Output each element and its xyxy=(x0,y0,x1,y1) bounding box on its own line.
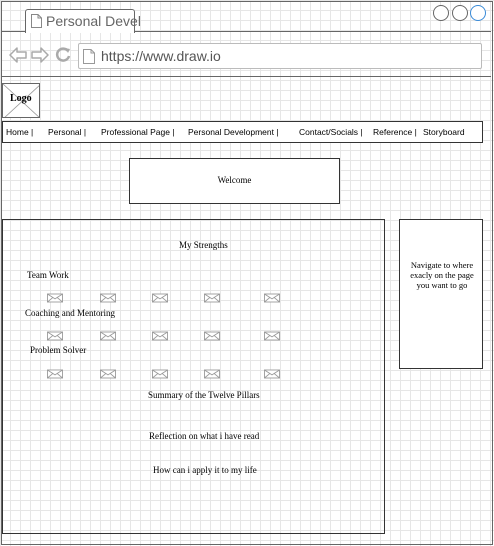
image-placeholder-icon xyxy=(100,293,116,303)
nav-item-personal-development[interactable]: Personal Development | xyxy=(188,127,279,137)
nav-item-storyboard[interactable]: Storyboard xyxy=(423,127,465,137)
strength-label-team-work: Team Work xyxy=(27,270,69,280)
image-placeholder-icon xyxy=(264,331,280,341)
browser-tab[interactable]: Personal Devel xyxy=(25,9,141,33)
apply-heading: How can i apply it to my life xyxy=(153,465,257,475)
side-navigation-panel: Navigate to where exacly on the page you… xyxy=(399,219,483,369)
image-placeholder-icon xyxy=(100,331,116,341)
image-placeholder-icon xyxy=(152,331,168,341)
reload-icon[interactable] xyxy=(55,47,71,63)
window-control-icon[interactable] xyxy=(433,5,449,21)
strength-label-coaching: Coaching and Mentoring xyxy=(25,308,115,318)
tab-bar: Personal Devel xyxy=(1,1,491,33)
image-placeholder-icon xyxy=(47,293,63,303)
image-placeholder-icon xyxy=(204,293,220,303)
welcome-text: Welcome xyxy=(217,175,252,185)
nav-item-personal[interactable]: Personal | xyxy=(48,127,86,137)
image-placeholder-icon xyxy=(47,331,63,341)
window-control-icon[interactable] xyxy=(452,5,468,21)
image-placeholder-icon xyxy=(152,369,168,379)
nav-bar: Home | Personal | Professional Page | Pe… xyxy=(2,121,483,143)
image-placeholder-icon xyxy=(264,369,280,379)
forward-arrow-icon[interactable] xyxy=(31,47,49,63)
strength-label-problem-solver: Problem Solver xyxy=(30,345,87,355)
image-placeholder-icon xyxy=(100,369,116,379)
nav-item-contact-socials[interactable]: Contact/Socials | xyxy=(299,127,363,137)
image-placeholder-icon xyxy=(152,293,168,303)
document-icon xyxy=(83,49,95,64)
summary-heading: Summary of the Twelve Pillars xyxy=(148,390,260,400)
logo: Logo xyxy=(2,83,40,118)
url-text: https://www.draw.io xyxy=(101,48,221,64)
side-panel-text: Navigate to where exacly on the page you… xyxy=(410,260,474,290)
image-placeholder-icon xyxy=(47,369,63,379)
tab-title: Personal Devel xyxy=(46,13,141,29)
image-placeholder-icon xyxy=(204,331,220,341)
url-bar[interactable]: https://www.draw.io xyxy=(78,43,482,69)
nav-item-reference[interactable]: Reference | xyxy=(373,127,417,137)
back-arrow-icon[interactable] xyxy=(9,47,27,63)
nav-item-home[interactable]: Home | xyxy=(6,127,33,137)
nav-item-professional-page[interactable]: Professional Page | xyxy=(101,127,175,137)
reflection-heading: Reflection on what i have read xyxy=(149,431,260,441)
logo-label: Logo xyxy=(10,93,32,104)
strengths-heading: My Strengths xyxy=(179,240,228,250)
window-control-icon[interactable] xyxy=(470,5,486,21)
image-placeholder-icon xyxy=(264,293,280,303)
welcome-banner: Welcome xyxy=(129,158,340,204)
document-icon xyxy=(31,14,42,28)
image-placeholder-icon xyxy=(204,369,220,379)
